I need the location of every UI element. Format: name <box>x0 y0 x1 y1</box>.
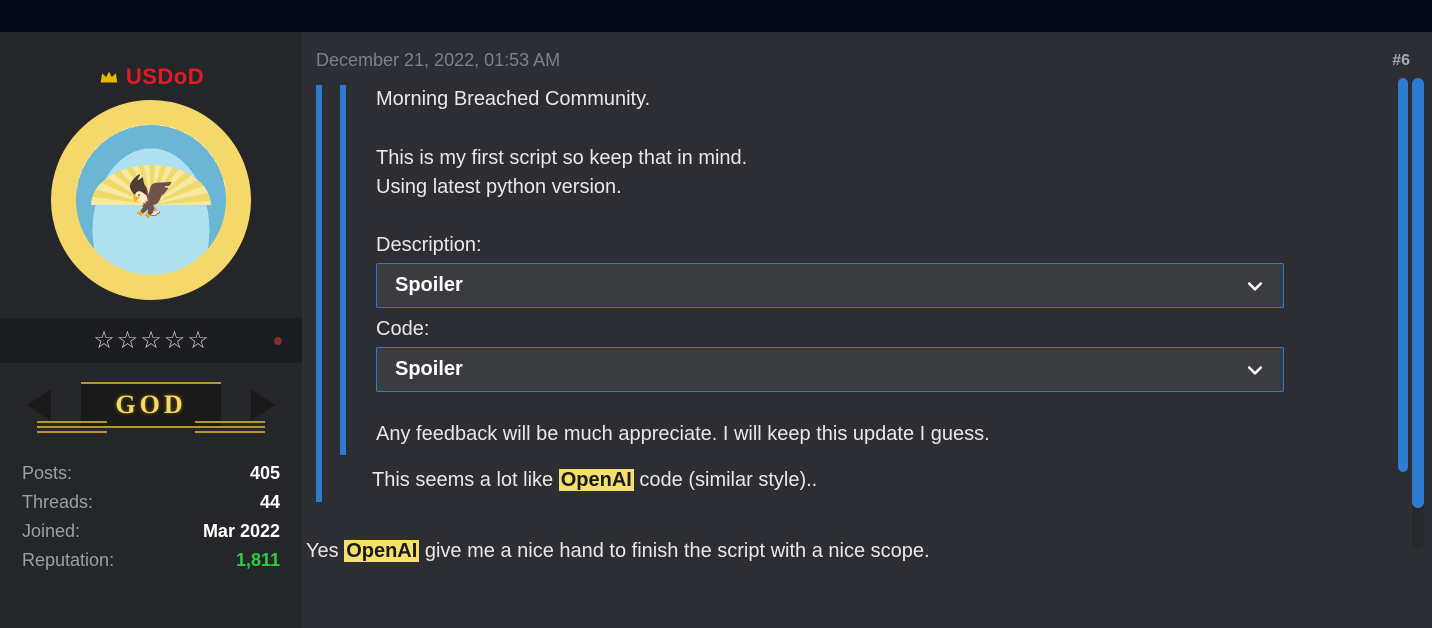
stat-value: Mar 2022 <box>203 521 280 542</box>
avatar-inner: 🦅 <box>76 125 226 275</box>
post-main: December 21, 2022, 01:53 AM #6 Morning B… <box>302 32 1432 628</box>
rank-label: GOD <box>115 390 186 419</box>
stat-label: Joined: <box>22 521 80 542</box>
username-row[interactable]: USDoD <box>98 64 204 90</box>
stat-value: 405 <box>250 463 280 484</box>
post-number[interactable]: #6 <box>1392 52 1410 70</box>
answer-prefix: Yes <box>306 540 344 562</box>
user-stats: Posts: 405 Threads: 44 Joined: Mar 2022 … <box>0 453 302 575</box>
crown-icon <box>98 66 120 88</box>
outer-quote-reply: This seems a lot like OpenAI code (simil… <box>354 469 1418 492</box>
reply-prefix: This seems a lot like <box>372 469 559 491</box>
quote-line: Using latest python version. <box>376 173 1418 202</box>
spoiler-code[interactable]: Spoiler <box>376 347 1284 392</box>
rating-stars: ☆ ☆ ☆ ☆ ☆ <box>0 318 302 363</box>
stat-label: Reputation: <box>22 550 114 571</box>
spoiler-label: Spoiler <box>395 358 463 381</box>
description-label: Description: <box>376 234 1418 257</box>
quote-line: This is my first script so keep that in … <box>376 144 1418 173</box>
top-strip <box>0 0 1432 32</box>
star-icon: ☆ <box>117 326 139 355</box>
stat-value: 44 <box>260 492 280 513</box>
post-timestamp[interactable]: December 21, 2022, 01:53 AM <box>316 50 560 71</box>
highlight-openai: OpenAI <box>344 540 419 562</box>
scrollbar-thumb[interactable] <box>1412 78 1424 508</box>
status-dot-icon <box>274 337 282 345</box>
post-meta: December 21, 2022, 01:53 AM #6 <box>302 32 1418 77</box>
star-icon: ☆ <box>164 326 186 355</box>
star-icon: ☆ <box>187 326 209 355</box>
avatar[interactable]: DEPARTMENT OF DEFENSE UNITED STATES OF A… <box>51 100 251 300</box>
stat-posts: Posts: 405 <box>22 459 280 488</box>
code-label: Code: <box>376 318 1418 341</box>
quote-line: Morning Breached Community. <box>376 85 1418 114</box>
stat-label: Threads: <box>22 492 93 513</box>
spoiler-label: Spoiler <box>395 274 463 297</box>
chevron-down-icon <box>1245 360 1265 380</box>
chevron-down-icon <box>1245 276 1265 296</box>
spoiler-description[interactable]: Spoiler <box>376 263 1284 308</box>
user-sidebar: USDoD DEPARTMENT OF DEFENSE UNITED STATE… <box>0 32 302 628</box>
quote-feedback-line: Any feedback will be much appreciate. I … <box>376 420 1418 449</box>
scrollbar-thumb-inner[interactable] <box>1398 78 1408 472</box>
stat-threads: Threads: 44 <box>22 488 280 517</box>
stat-value[interactable]: 1,811 <box>236 550 280 571</box>
stat-reputation: Reputation: 1,811 <box>22 546 280 575</box>
reply-suffix: code (similar style).. <box>634 469 817 491</box>
forum-post: USDoD DEPARTMENT OF DEFENSE UNITED STATE… <box>0 32 1432 628</box>
star-icon: ☆ <box>140 326 162 355</box>
star-icon: ☆ <box>93 326 115 355</box>
quote-block-outer: Morning Breached Community. This is my f… <box>316 85 1418 502</box>
quote-block-inner: Morning Breached Community. This is my f… <box>340 85 1418 455</box>
stat-label: Posts: <box>22 463 72 484</box>
answer-suffix: give me a nice hand to finish the script… <box>419 540 929 562</box>
post-answer: Yes OpenAI give me a nice hand to finish… <box>306 540 1418 563</box>
highlight-openai: OpenAI <box>559 469 634 491</box>
eagle-icon: 🦅 <box>101 177 201 217</box>
rank-banner: GOD <box>31 375 271 435</box>
username[interactable]: USDoD <box>126 64 204 90</box>
stat-joined: Joined: Mar 2022 <box>22 517 280 546</box>
